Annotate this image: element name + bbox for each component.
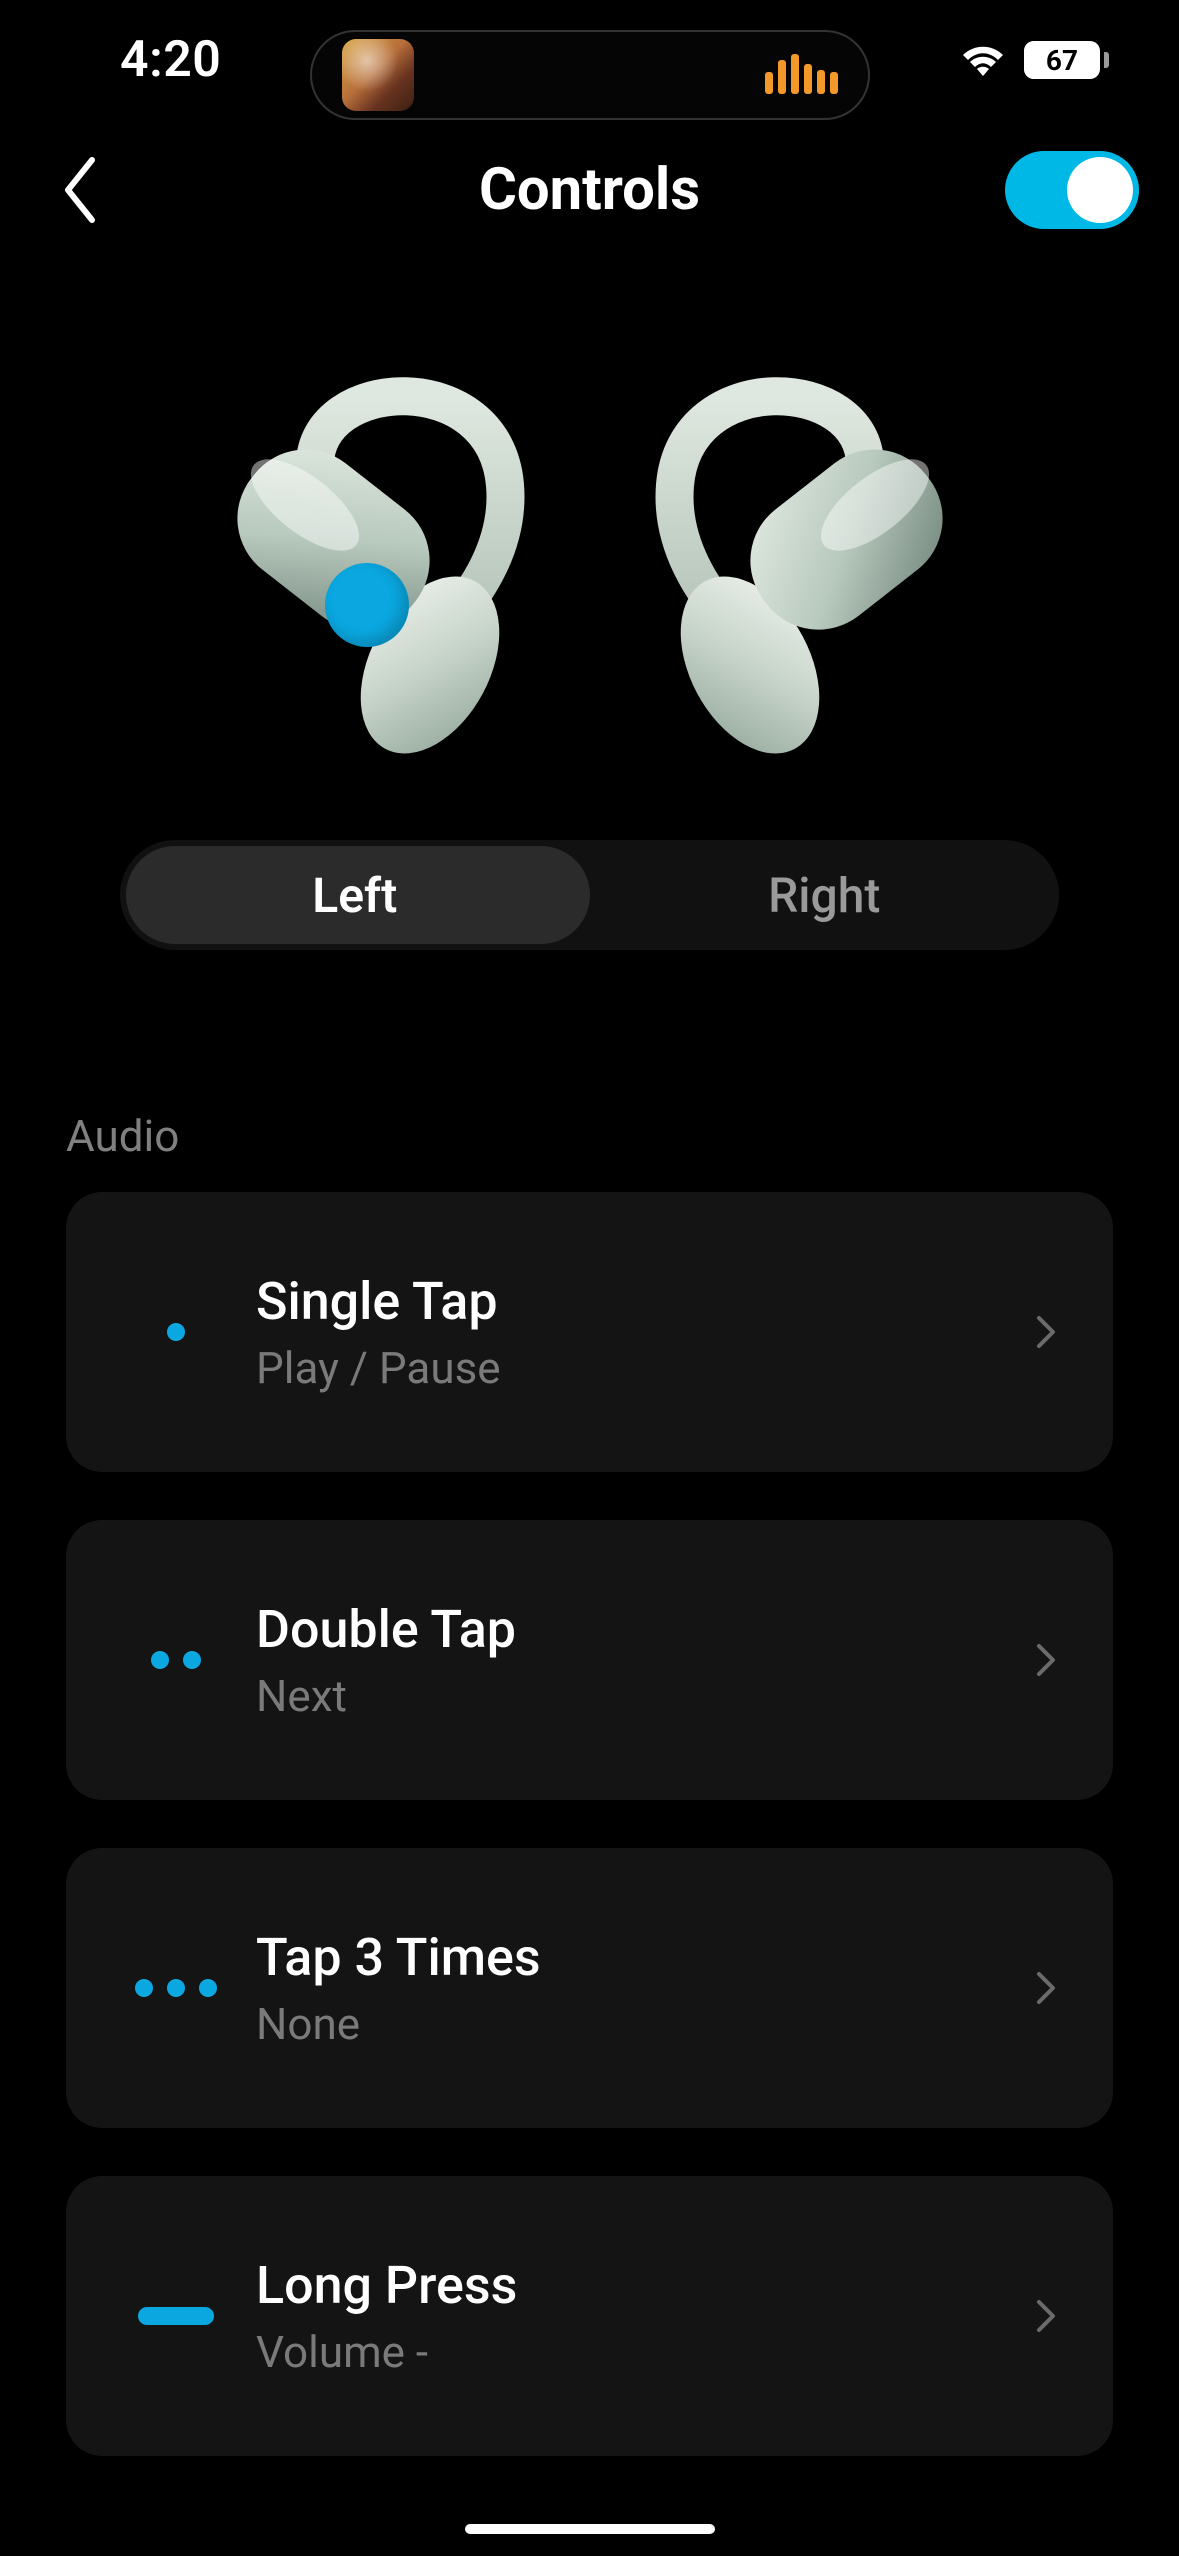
dynamic-island[interactable] (310, 30, 870, 120)
earbud-left[interactable] (195, 345, 555, 775)
app-header: Controls (0, 120, 1179, 260)
selection-indicator-icon (325, 563, 409, 647)
now-playing-artwork (342, 39, 414, 111)
home-indicator[interactable] (465, 2524, 715, 2534)
earbud-illustration (0, 260, 1179, 830)
side-segmented-control: Left Right (120, 840, 1059, 950)
row-triple-tap[interactable]: Tap 3 Times None (66, 1848, 1113, 2128)
row-title: Double Tap (256, 1599, 1027, 1660)
wifi-icon (960, 43, 1006, 77)
single-tap-icon (106, 1323, 246, 1341)
row-title: Long Press (256, 2255, 1027, 2316)
chevron-right-icon (1027, 2298, 1063, 2334)
row-subtitle: Volume - (256, 2326, 1027, 2378)
battery-percent: 67 (1046, 44, 1078, 77)
row-long-press[interactable]: Long Press Volume - (66, 2176, 1113, 2456)
chevron-right-icon (1027, 1314, 1063, 1350)
section-label-audio: Audio (0, 1110, 1179, 1162)
controls-master-toggle[interactable] (1005, 151, 1139, 229)
row-subtitle: None (256, 1998, 1027, 2050)
tab-right[interactable]: Right (590, 867, 1060, 924)
earbud-right[interactable] (625, 345, 985, 775)
battery-indicator: 67 (1024, 41, 1109, 79)
row-double-tap[interactable]: Double Tap Next (66, 1520, 1113, 1800)
long-press-icon (106, 2307, 246, 2325)
chevron-right-icon (1027, 1642, 1063, 1678)
status-time: 4:20 (120, 31, 221, 89)
row-title: Tap 3 Times (256, 1927, 1027, 1988)
tab-left[interactable]: Left (120, 867, 590, 924)
row-subtitle: Next (256, 1670, 1027, 1722)
page-title: Controls (479, 156, 700, 224)
toggle-knob (1067, 157, 1133, 223)
double-tap-icon (106, 1651, 246, 1669)
row-subtitle: Play / Pause (256, 1342, 1027, 1394)
back-button[interactable] (40, 135, 120, 245)
row-title: Single Tap (256, 1271, 1027, 1332)
controls-list: Single Tap Play / Pause Double Tap Next … (0, 1192, 1179, 2456)
audio-visualizer-icon (765, 56, 838, 94)
row-single-tap[interactable]: Single Tap Play / Pause (66, 1192, 1113, 1472)
chevron-right-icon (1027, 1970, 1063, 2006)
status-bar: 4:20 67 (0, 0, 1179, 120)
chevron-left-icon (60, 155, 100, 225)
triple-tap-icon (106, 1979, 246, 1997)
status-right: 67 (960, 41, 1109, 79)
